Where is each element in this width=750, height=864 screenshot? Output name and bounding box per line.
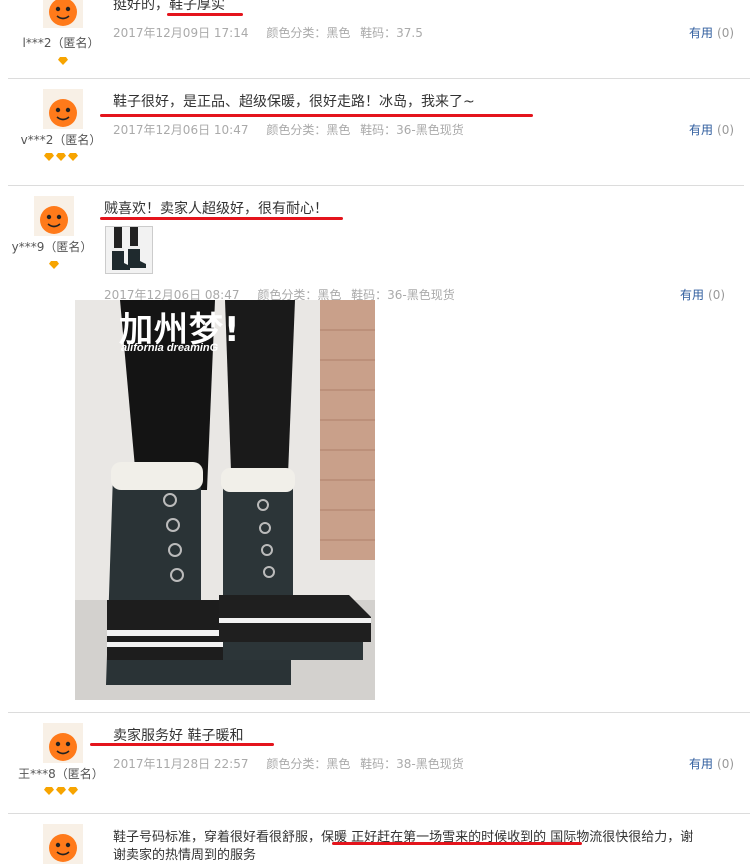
buyer-level-badges bbox=[49, 261, 59, 271]
buyer-level-badges bbox=[44, 153, 78, 163]
username: l***2（匿名） bbox=[22, 36, 100, 50]
review-divider bbox=[8, 78, 750, 79]
avatar-mascot-icon bbox=[43, 824, 83, 864]
useful-label[interactable]: 有用 bbox=[689, 26, 713, 40]
highlight-underline bbox=[332, 842, 582, 845]
review-photo-enlarged[interactable]: 加州梦! alifornia dreaminG bbox=[75, 300, 375, 700]
useful-button[interactable]: 有用 (0) bbox=[689, 121, 734, 138]
buyer-level-badges bbox=[58, 57, 68, 67]
color-category: 颜色分类：黑色 bbox=[266, 757, 351, 771]
review-content-part: 鞋子号码标准，穿着很好看很舒服， bbox=[113, 830, 322, 845]
avatar-mascot-icon bbox=[43, 0, 83, 28]
diamond-badge-icon bbox=[44, 787, 54, 795]
photo-caption-subtitle: alifornia dreaminG bbox=[121, 342, 219, 354]
review-date: 2017年11月28日 22:57 bbox=[113, 757, 249, 771]
highlight-underline bbox=[167, 13, 243, 16]
avatar[interactable] bbox=[43, 89, 83, 129]
avatar-mascot-icon bbox=[34, 196, 74, 236]
shoe-size: 鞋码：36-黑色现货 bbox=[360, 123, 464, 137]
shoe-size: 鞋码：37.5 bbox=[360, 26, 423, 40]
review-date: 2017年12月06日 10:47 bbox=[113, 123, 249, 137]
useful-count: (0) bbox=[717, 757, 735, 771]
username: v***2（匿名） bbox=[20, 133, 102, 147]
diamond-badge-icon bbox=[49, 261, 59, 269]
avatar-mascot-icon bbox=[43, 89, 83, 129]
diamond-badge-icon bbox=[68, 153, 78, 161]
color-category: 颜色分类：黑色 bbox=[266, 26, 351, 40]
highlight-underline bbox=[100, 114, 533, 117]
diamond-badge-icon bbox=[56, 153, 66, 161]
review-meta: 2017年12月06日 10:47 颜色分类：黑色 鞋码：36-黑色现货 bbox=[113, 121, 478, 138]
highlight-underline bbox=[90, 743, 274, 746]
review-meta: 2017年11月28日 22:57 颜色分类：黑色 鞋码：38-黑色现货 bbox=[113, 755, 478, 772]
useful-count: (0) bbox=[717, 123, 735, 137]
review-divider bbox=[8, 813, 750, 814]
useful-label[interactable]: 有用 bbox=[689, 123, 713, 137]
avatar[interactable] bbox=[43, 723, 83, 763]
useful-button[interactable]: 有用 (0) bbox=[680, 286, 725, 303]
boots-thumbnail-image bbox=[106, 227, 152, 273]
review-content: 鞋子很好，是正品、超级保暖，很好走路！冰岛，我来了~ bbox=[113, 94, 475, 110]
review-photo-thumbnail[interactable] bbox=[105, 226, 153, 274]
color-category: 颜色分类：黑色 bbox=[266, 123, 351, 137]
diamond-badge-icon bbox=[58, 57, 68, 65]
review-content-line2: 谢卖家的热情周到的服务 bbox=[113, 848, 257, 863]
review-meta: 2017年12月09日 17:14 颜色分类：黑色 鞋码：37.5 bbox=[113, 24, 437, 41]
diamond-badge-icon bbox=[68, 787, 78, 795]
review-divider bbox=[8, 185, 744, 186]
avatar[interactable] bbox=[43, 824, 83, 864]
useful-label[interactable]: 有用 bbox=[689, 757, 713, 771]
username: y***9（匿名） bbox=[11, 240, 93, 254]
shoe-size: 鞋码：38-黑色现货 bbox=[360, 757, 464, 771]
diamond-badge-icon bbox=[44, 153, 54, 161]
winter-boots-photo bbox=[75, 300, 375, 700]
useful-count: (0) bbox=[708, 288, 726, 302]
useful-label[interactable]: 有用 bbox=[680, 288, 704, 302]
buyer-level-badges bbox=[44, 787, 78, 797]
avatar-mascot-icon bbox=[43, 723, 83, 763]
username: 王***8（匿名） bbox=[18, 767, 104, 781]
review-content: 挺好的，鞋子厚实 bbox=[113, 0, 225, 13]
review-content: 卖家服务好 鞋子暖和 bbox=[113, 728, 244, 744]
diamond-badge-icon bbox=[56, 787, 66, 795]
useful-button[interactable]: 有用 (0) bbox=[689, 755, 734, 772]
review-date: 2017年12月09日 17:14 bbox=[113, 26, 249, 40]
useful-button[interactable]: 有用 (0) bbox=[689, 24, 734, 41]
useful-count: (0) bbox=[717, 26, 735, 40]
review-divider bbox=[8, 712, 750, 713]
avatar[interactable] bbox=[34, 196, 74, 236]
avatar[interactable] bbox=[43, 0, 83, 28]
highlight-underline bbox=[100, 217, 343, 220]
review-content: 贼喜欢！卖家人超级好，很有耐心！ bbox=[104, 201, 328, 217]
